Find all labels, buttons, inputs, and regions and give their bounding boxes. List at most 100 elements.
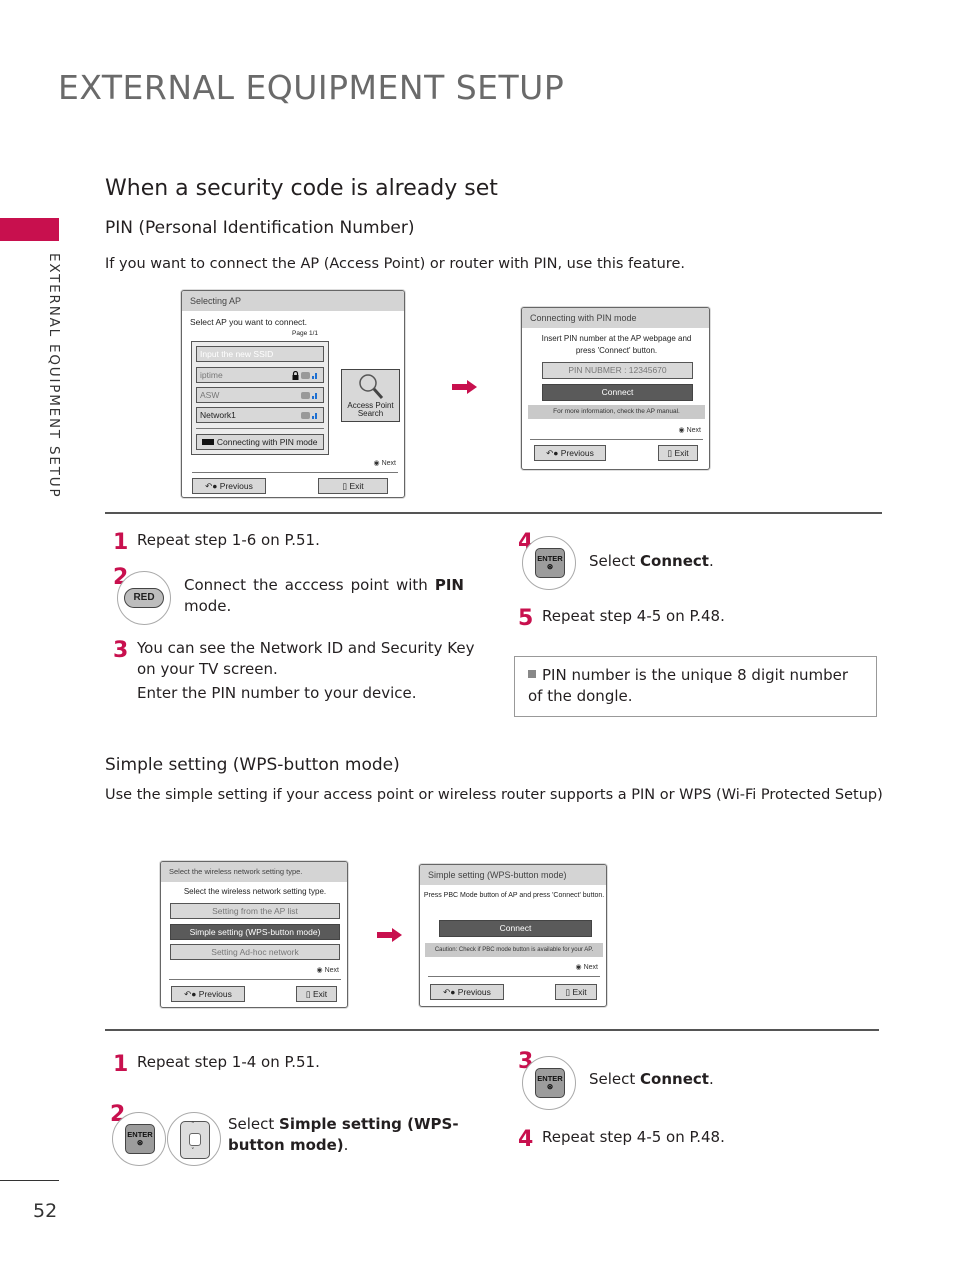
back-icon: ↶● (184, 989, 197, 999)
pin-heading: PIN (Personal Identification Number) (105, 218, 415, 238)
step-text: Connect the acccess point with PIN mode. (184, 576, 464, 615)
exit-button[interactable]: ▯ Exit (555, 984, 597, 1000)
connect-button[interactable]: Connect (439, 920, 592, 937)
osd-instruction: Press PBC Mode button of AP and press 'C… (423, 892, 605, 899)
step-text: Repeat step 1-4 on P.51. (137, 1053, 320, 1071)
ap-item-new-ssid[interactable]: Input the new SSID (196, 346, 324, 362)
pin-number-field: PIN NUBMER : 12345670 (542, 362, 693, 379)
next-hint: ◉ Next (575, 964, 598, 971)
previous-button[interactable]: ↶● Previous (192, 478, 266, 494)
ap-name: ASW (200, 390, 220, 400)
red-key-icon: RED (124, 588, 164, 608)
wps-button-mode-screen: Simple setting (WPS-button mode) Press P… (419, 864, 607, 1007)
caution-note: Caution: Check if PBC mode button is ava… (425, 943, 603, 957)
remote-key-enter: ENTER ⊛ (112, 1112, 166, 1166)
arrow-right-icon (452, 380, 477, 394)
pin-mode-label: Connecting with PIN mode (216, 437, 318, 447)
step-text: Repeat step 4-5 on P.48. (542, 1128, 725, 1146)
step-text: Select Connect. (589, 1070, 714, 1088)
page-header-title: EXTERNAL EQUIPMENT SETUP (58, 68, 565, 107)
ap-name: Network1 (200, 410, 236, 420)
step-number: 5 (518, 606, 534, 631)
pin-mode-screen: Connecting with PIN mode Insert PIN numb… (521, 307, 710, 470)
previous-button[interactable]: ↶● Previous (534, 445, 606, 461)
osd-title: Select the wireless network setting type… (161, 862, 347, 882)
remote-key-nav: ˄ ˅ (167, 1112, 221, 1166)
osd-title: Connecting with PIN mode (522, 308, 709, 328)
previous-button[interactable]: ↶● Previous (171, 986, 245, 1002)
page-number: 52 (33, 1200, 58, 1222)
previous-button[interactable]: ↶● Previous (430, 984, 504, 1000)
step-number: 1 (113, 1052, 129, 1077)
osd-instruction: Select the wireless network setting type… (183, 887, 327, 896)
step-number: 3 (113, 638, 129, 663)
step-number: 1 (113, 530, 129, 555)
step-text: Repeat step 1-6 on P.51. (137, 531, 320, 549)
step-text: Select Simple setting (WPS-button mode). (228, 1115, 459, 1154)
search-label: Search (357, 409, 384, 418)
osd-title: Selecting AP (182, 291, 404, 311)
divider (105, 1029, 879, 1031)
pin-intro: If you want to connect the AP (Access Po… (105, 256, 685, 272)
osd-instruction: Select AP you want to connect. (190, 317, 308, 327)
back-icon: ↶● (546, 448, 559, 458)
page-indicator: Page 1/1 (292, 330, 319, 337)
osd-instruction: Insert PIN number at the AP webpage and … (541, 334, 692, 355)
enter-key-icon: ENTER ⊛ (125, 1124, 155, 1154)
back-icon: ↶● (205, 481, 218, 491)
arrow-right-icon (377, 928, 402, 942)
magnifier-icon (358, 374, 383, 399)
exit-icon: ▯ (565, 987, 571, 997)
section-title: When a security code is already set (105, 176, 498, 201)
network-setting-type-screen: Select the wireless network setting type… (160, 861, 348, 1008)
ap-item[interactable]: Network1 (196, 407, 324, 423)
option-ap-list[interactable]: Setting from the AP list (170, 903, 340, 919)
ap-item[interactable]: iptime (196, 367, 324, 383)
ap-list: Input the new SSID iptime ASW Network1 C… (191, 341, 329, 455)
signal-strength-icon (301, 411, 319, 419)
divider (105, 512, 882, 514)
red-button-icon (202, 439, 215, 445)
back-icon: ↶● (443, 987, 456, 997)
access-point-search-button[interactable]: Access Point Search (341, 369, 400, 422)
signal-strength-icon (301, 371, 319, 379)
nav-key-icon: ˄ ˅ (180, 1121, 210, 1159)
wps-intro: Use the simple setting if your access po… (105, 787, 883, 803)
exit-button[interactable]: ▯ Exit (658, 445, 698, 461)
next-hint: ◉ Next (316, 967, 339, 974)
info-note: For more information, check the AP manua… (528, 405, 705, 419)
exit-button[interactable]: ▯ Exit (318, 478, 388, 494)
osd-title: Simple setting (WPS-button mode) (420, 865, 606, 885)
step-text: You can see the Network ID and Security … (137, 639, 475, 702)
side-chapter-label: EXTERNAL EQUIPMENT SETUP (46, 253, 62, 499)
lock-icon (292, 370, 299, 380)
exit-icon: ▯ (342, 481, 348, 491)
down-arrow-icon: ˅ (191, 1147, 195, 1155)
exit-button[interactable]: ▯ Exit (296, 986, 337, 1002)
step-text: Repeat step 4-5 on P.48. (542, 607, 725, 625)
next-hint: ◉ Next (678, 427, 701, 434)
step-text: Select Connect. (589, 552, 714, 570)
next-hint: ◉ Next (373, 460, 396, 467)
remote-key-red: RED (117, 571, 171, 625)
connect-button[interactable]: Connect (542, 384, 693, 401)
exit-icon: ▯ (667, 448, 673, 458)
up-arrow-icon: ˄ (191, 1121, 195, 1129)
option-wps-button-mode[interactable]: Simple setting (WPS-button mode) (170, 924, 340, 940)
selecting-ap-screen: Selecting AP Select AP you want to conne… (181, 290, 405, 498)
bullet-icon (528, 670, 536, 678)
remote-key-enter: ENTER ⊛ (522, 1056, 576, 1110)
option-ad-hoc[interactable]: Setting Ad-hoc network (170, 944, 340, 960)
note-box: PIN number is the unique 8 digit number … (514, 656, 877, 717)
pin-mode-button[interactable]: Connecting with PIN mode (196, 434, 324, 450)
ap-item[interactable]: ASW (196, 387, 324, 403)
remote-key-enter: ENTER ⊛ (522, 536, 576, 590)
enter-key-icon: ENTER ⊛ (535, 548, 565, 578)
signal-strength-icon (301, 391, 319, 399)
exit-icon: ▯ (305, 989, 311, 999)
chapter-tab-marker (0, 218, 59, 241)
step-number: 4 (518, 1127, 534, 1152)
ap-name: iptime (200, 370, 223, 380)
note-text: PIN number is the unique 8 digit number … (528, 666, 848, 705)
enter-key-icon: ENTER ⊛ (535, 1068, 565, 1098)
